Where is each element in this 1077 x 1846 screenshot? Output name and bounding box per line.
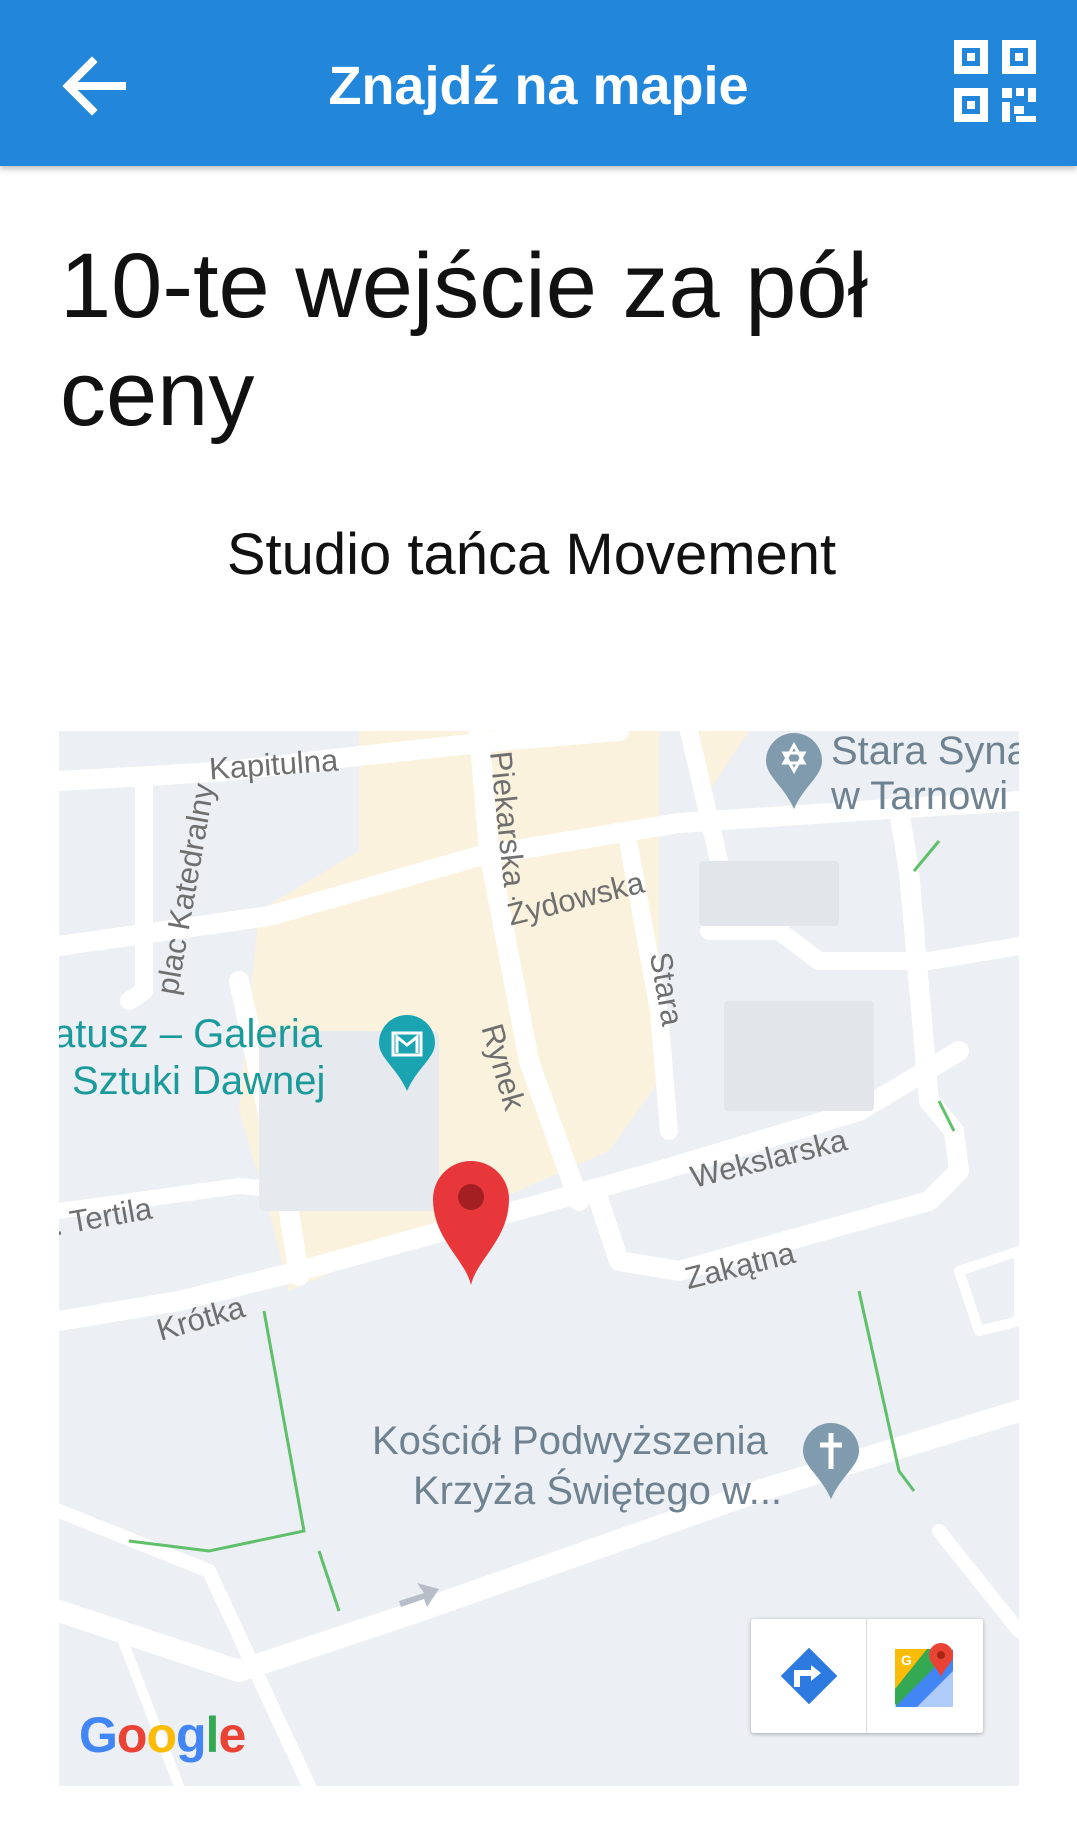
poi-church-line1: Kościół Podwyższenia [372,1419,768,1463]
museum-icon[interactable] [377,1013,437,1093]
place-name: Studio tańca Movement [226,522,837,587]
map-buttons: G [751,1619,983,1733]
directions-button[interactable] [751,1619,867,1733]
location-pin-icon[interactable] [431,1159,511,1287]
offer-title: 10-te wejście za pół ceny [60,235,868,445]
directions-icon [780,1647,838,1705]
google-maps-icon: G [895,1643,953,1707]
open-google-maps-button[interactable]: G [867,1619,982,1733]
svg-text:G: G [901,1652,912,1668]
poi-ratusz-line1: atusz – Galeria [59,1012,323,1056]
google-attribution: Google [79,1707,246,1763]
church-icon[interactable] [801,1421,861,1501]
synagogue-icon[interactable] [764,731,824,811]
map-view[interactable]: Kapitulna plac Katedralny Piekarska Żydo… [59,731,1019,1786]
page-title: Znajdź na mapie [328,56,749,116]
app-bar: Znajdź na mapie [0,0,1077,166]
qr-code-icon[interactable] [954,40,1036,122]
poi-synagogue-line1: Stara Syna [831,731,1019,773]
poi-synagogue-line2: w Tarnowi [831,774,1009,818]
poi-ratusz-line2: Sztuki Dawnej [72,1059,326,1103]
poi-church-line2: Krzyża Świętego w... [413,1469,783,1513]
